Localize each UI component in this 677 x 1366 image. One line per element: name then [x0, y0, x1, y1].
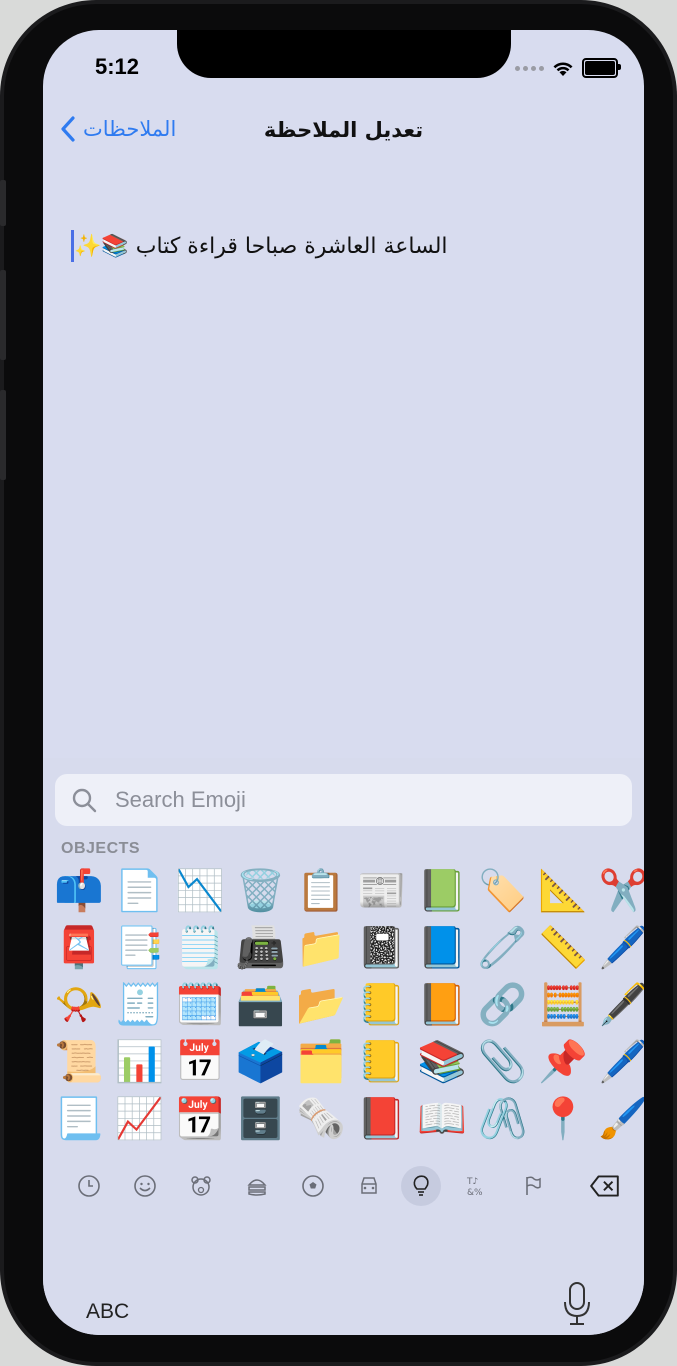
category-travel-button[interactable] — [349, 1166, 389, 1206]
category-objects-button[interactable] — [401, 1166, 441, 1206]
category-smileys-button[interactable] — [125, 1166, 165, 1206]
emoji-category-bar: T♪ &% — [43, 1164, 644, 1214]
emoji-key[interactable]: 📙 — [412, 976, 473, 1033]
flag-icon — [526, 1176, 541, 1195]
wifi-icon — [553, 61, 573, 76]
car-icon — [361, 1177, 377, 1194]
emoji-key[interactable]: 📑 — [110, 919, 171, 976]
navigation-bar: الملاحظات تعديل الملاحظة — [43, 110, 644, 154]
emoji-key[interactable]: 🖊️ — [594, 1033, 644, 1090]
emoji-key[interactable]: 📄 — [110, 862, 171, 919]
screen: 5:12 الملاحظات تعديل الملاحظة الساعة الع… — [43, 30, 644, 1335]
emoji-key[interactable]: 📜 — [49, 1033, 110, 1090]
emoji-key[interactable]: 📅 — [170, 1033, 231, 1090]
svg-text:&%: &% — [467, 1188, 483, 1198]
emoji-key[interactable]: 📆 — [170, 1090, 231, 1147]
emoji-key[interactable]: ✂️ — [594, 862, 644, 919]
emoji-key[interactable]: 📁 — [291, 919, 352, 976]
emoji-key[interactable]: 📮 — [49, 919, 110, 976]
emoji-key[interactable]: 🗃️ — [231, 976, 292, 1033]
status-time: 5:12 — [95, 54, 140, 79]
emoji-category-label: OBJECTS — [61, 840, 141, 857]
emoji-key[interactable]: 🗳️ — [231, 1033, 292, 1090]
volume-up-button — [0, 270, 6, 360]
emoji-search-input[interactable] — [113, 786, 557, 814]
emoji-key[interactable]: 📏 — [533, 919, 594, 976]
emoji-key[interactable]: 📰 — [352, 862, 413, 919]
emoji-key[interactable]: 🖋️ — [594, 976, 644, 1033]
emoji-key[interactable]: 📗 — [412, 862, 473, 919]
text-cursor — [71, 230, 74, 262]
emoji-key[interactable]: 🗄️ — [231, 1090, 292, 1147]
lightbulb-icon — [413, 1175, 429, 1196]
emoji-key[interactable]: 🧷 — [473, 919, 534, 976]
delete-button[interactable] — [583, 1166, 627, 1206]
cellular-signal-icon — [515, 65, 544, 71]
emoji-key[interactable]: 📒 — [352, 1033, 413, 1090]
smiley-icon — [134, 1175, 156, 1197]
emoji-key[interactable]: 📓 — [352, 919, 413, 976]
emoji-key[interactable]: 🏷️ — [473, 862, 534, 919]
emoji-key[interactable]: 📯 — [49, 976, 110, 1033]
burger-icon — [247, 1179, 267, 1196]
symbols-icon: T♪&% — [466, 1177, 483, 1198]
emoji-key[interactable]: 🖌️ — [594, 1090, 644, 1147]
category-animals-button[interactable] — [181, 1166, 221, 1206]
emoji-search-bar[interactable] — [55, 774, 632, 826]
emoji-key[interactable]: 📚 — [412, 1033, 473, 1090]
emoji-key[interactable]: 📃 — [49, 1090, 110, 1147]
category-activity-button[interactable] — [293, 1166, 333, 1206]
device-frame: 5:12 الملاحظات تعديل الملاحظة الساعة الع… — [0, 0, 677, 1366]
emoji-key[interactable]: 📋 — [291, 862, 352, 919]
note-text-area[interactable]: الساعة العاشرة صباحا قراءة كتاب 📚✨ — [65, 230, 448, 262]
emoji-key[interactable]: 🧾 — [110, 976, 171, 1033]
emoji-key[interactable]: 📌 — [533, 1033, 594, 1090]
category-food-button[interactable] — [237, 1166, 277, 1206]
emoji-grid: 📫 📄 📉 🗑️ 📋 📰 📗 🏷️ 📐 ✂️ 📮 📑 🗒️ 📠 📁 📓 📘 🧷 📏 🖊️ 📯 🧾 🗓️ 🗃️ 📂 📒 📙 🔗 🧮 🖋️ 📜 📊… — [49, 862, 644, 1147]
emoji-key[interactable]: 📖 — [412, 1090, 473, 1147]
emoji-key[interactable]: 📉 — [170, 862, 231, 919]
emoji-key[interactable]: 🗑️ — [231, 862, 292, 919]
svg-text:T♪: T♪ — [466, 1177, 478, 1187]
emoji-key[interactable]: 🗂️ — [291, 1033, 352, 1090]
emoji-key[interactable]: 🧮 — [533, 976, 594, 1033]
category-flags-button[interactable] — [513, 1166, 553, 1206]
emoji-key[interactable]: 📎 — [473, 1033, 534, 1090]
emoji-key[interactable]: 📈 — [110, 1090, 171, 1147]
emoji-key[interactable]: 📒 — [352, 976, 413, 1033]
category-recent-button[interactable] — [69, 1166, 109, 1206]
emoji-key[interactable]: 📍 — [533, 1090, 594, 1147]
abc-keyboard-button[interactable]: ABC — [86, 1300, 129, 1324]
category-symbols-button[interactable]: T♪ &% — [457, 1166, 497, 1206]
emoji-key[interactable]: 📐 — [533, 862, 594, 919]
backspace-icon — [590, 1175, 619, 1197]
note-text: الساعة العاشرة صباحا قراءة كتاب 📚✨ — [74, 233, 448, 259]
page-title: تعديل الملاحظة — [263, 118, 424, 142]
emoji-key[interactable]: 📂 — [291, 976, 352, 1033]
emoji-key[interactable]: 🖇️ — [473, 1090, 534, 1147]
emoji-key[interactable]: 🖊️ — [594, 919, 644, 976]
emoji-key[interactable]: 🗓️ — [170, 976, 231, 1033]
emoji-keyboard: OBJECTS 📫📄📉🗑️📋📰📗🏷️📐✂️ 📮📑🗒️📠📁📓📘🧷📏🖊️ 📯🧾🗓️🗃️📂… — [43, 758, 644, 1335]
emoji-key[interactable]: 📊 — [110, 1033, 171, 1090]
ball-icon — [302, 1175, 324, 1197]
mute-switch — [0, 180, 6, 226]
emoji-key[interactable]: 🗞️ — [291, 1090, 352, 1147]
battery-icon — [582, 58, 621, 78]
status-icons — [515, 58, 621, 78]
bear-icon — [191, 1176, 211, 1196]
emoji-key[interactable]: 📠 — [231, 919, 292, 976]
microphone-icon[interactable] — [560, 1280, 594, 1328]
search-icon — [72, 788, 97, 813]
volume-down-button — [0, 390, 6, 480]
clock-icon — [78, 1175, 100, 1197]
emoji-key[interactable]: 🔗 — [473, 976, 534, 1033]
notch — [177, 30, 511, 78]
emoji-key[interactable]: 📘 — [412, 919, 473, 976]
emoji-key[interactable]: 🗒️ — [170, 919, 231, 976]
emoji-key[interactable]: 📕 — [352, 1090, 413, 1147]
emoji-key[interactable]: 📫 — [49, 862, 110, 919]
